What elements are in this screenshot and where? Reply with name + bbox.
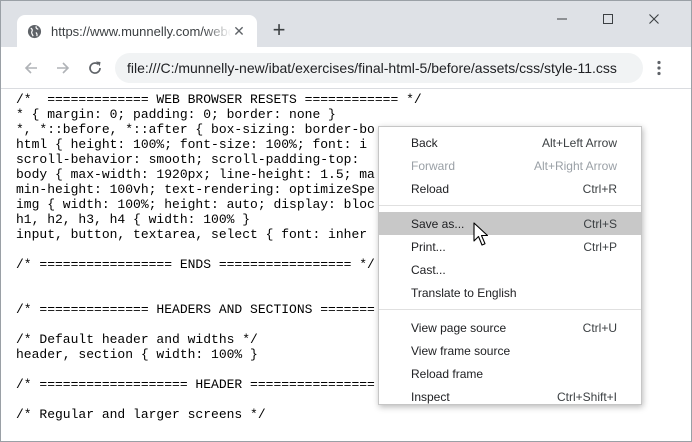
menu-item-back[interactable]: Back Alt+Left Arrow <box>379 131 641 154</box>
menu-item-print[interactable]: Print... Ctrl+P <box>379 235 641 258</box>
menu-item-shortcut: Ctrl+Shift+I <box>556 389 617 404</box>
menu-separator <box>379 205 641 206</box>
title-bar: https://www.munnelly.com/webdesign/ ✕ + <box>1 1 691 47</box>
menu-item-shortcut: Ctrl+S <box>583 216 617 231</box>
menu-item-label: Print... <box>411 239 446 254</box>
code-line: * { margin: 0; padding: 0; border: none … <box>16 107 336 122</box>
menu-item-shortcut: Ctrl+R <box>582 181 617 196</box>
reload-icon <box>89 61 101 74</box>
menu-item-label: View frame source <box>411 343 511 358</box>
menu-item-save-as[interactable]: Save as... Ctrl+S <box>379 212 641 235</box>
close-icon <box>649 14 659 24</box>
browser-toolbar: file:///C:/munnelly-new/ibat/exercises/f… <box>1 47 691 89</box>
back-button[interactable] <box>17 54 45 82</box>
new-tab-button[interactable]: + <box>267 17 291 45</box>
menu-item-shortcut: Ctrl+U <box>582 320 617 335</box>
code-line: /* ============= WEB BROWSER RESETS ====… <box>16 92 422 107</box>
browser-menu-button[interactable] <box>647 54 671 82</box>
tab-close-icon[interactable]: ✕ <box>231 23 247 40</box>
menu-item-inspect[interactable]: Inspect Ctrl+Shift+I <box>379 385 641 408</box>
reload-button[interactable] <box>81 54 109 82</box>
menu-item-label: Back <box>411 135 438 150</box>
arrow-left-icon <box>24 62 37 74</box>
code-line: /* Regular and larger screens */ <box>16 407 266 422</box>
menu-item-label: Inspect <box>411 389 450 404</box>
menu-item-shortcut: Alt+Right Arrow <box>533 158 617 173</box>
arrow-right-icon <box>57 62 70 74</box>
address-bar[interactable]: file:///C:/munnelly-new/ibat/exercises/f… <box>115 53 643 83</box>
menu-separator <box>379 309 641 310</box>
maximize-button[interactable] <box>585 1 631 37</box>
menu-item-view-frame-source[interactable]: View frame source <box>379 339 641 362</box>
minimize-button[interactable] <box>539 1 585 37</box>
menu-item-label: Save as... <box>411 216 465 231</box>
menu-item-label: View page source <box>411 320 507 335</box>
browser-window: https://www.munnelly.com/webdesign/ ✕ + … <box>0 0 692 442</box>
menu-item-view-page-source[interactable]: View page source Ctrl+U <box>379 316 641 339</box>
menu-item-label: Forward <box>411 158 456 173</box>
menu-item-shortcut: Ctrl+P <box>583 239 617 254</box>
minimize-icon <box>557 18 567 20</box>
menu-item-forward[interactable]: Forward Alt+Right Arrow <box>379 154 641 177</box>
close-window-button[interactable] <box>631 1 677 37</box>
menu-item-label: Cast... <box>411 262 446 277</box>
forward-button[interactable] <box>49 54 77 82</box>
menu-item-reload-frame[interactable]: Reload frame <box>379 362 641 385</box>
menu-item-label: Reload frame <box>411 366 484 381</box>
menu-item-label: Reload <box>411 181 450 196</box>
tab-title: https://www.munnelly.com/webdesign/ <box>51 23 231 39</box>
mouse-cursor-icon <box>473 222 489 246</box>
menu-item-reload[interactable]: Reload Ctrl+R <box>379 177 641 200</box>
menu-item-translate-to-english[interactable]: Translate to English <box>379 281 641 304</box>
globe-icon <box>27 23 43 39</box>
browser-tab[interactable]: https://www.munnelly.com/webdesign/ ✕ <box>17 15 257 47</box>
menu-item-shortcut: Alt+Left Arrow <box>541 135 617 150</box>
more-vert-icon <box>657 60 661 76</box>
context-menu: Back Alt+Left Arrow Forward Alt+Right Arrow… <box>378 126 642 405</box>
menu-item-cast[interactable]: Cast... <box>379 258 641 281</box>
maximize-icon <box>603 14 613 24</box>
menu-item-label: Translate to English <box>411 285 517 300</box>
